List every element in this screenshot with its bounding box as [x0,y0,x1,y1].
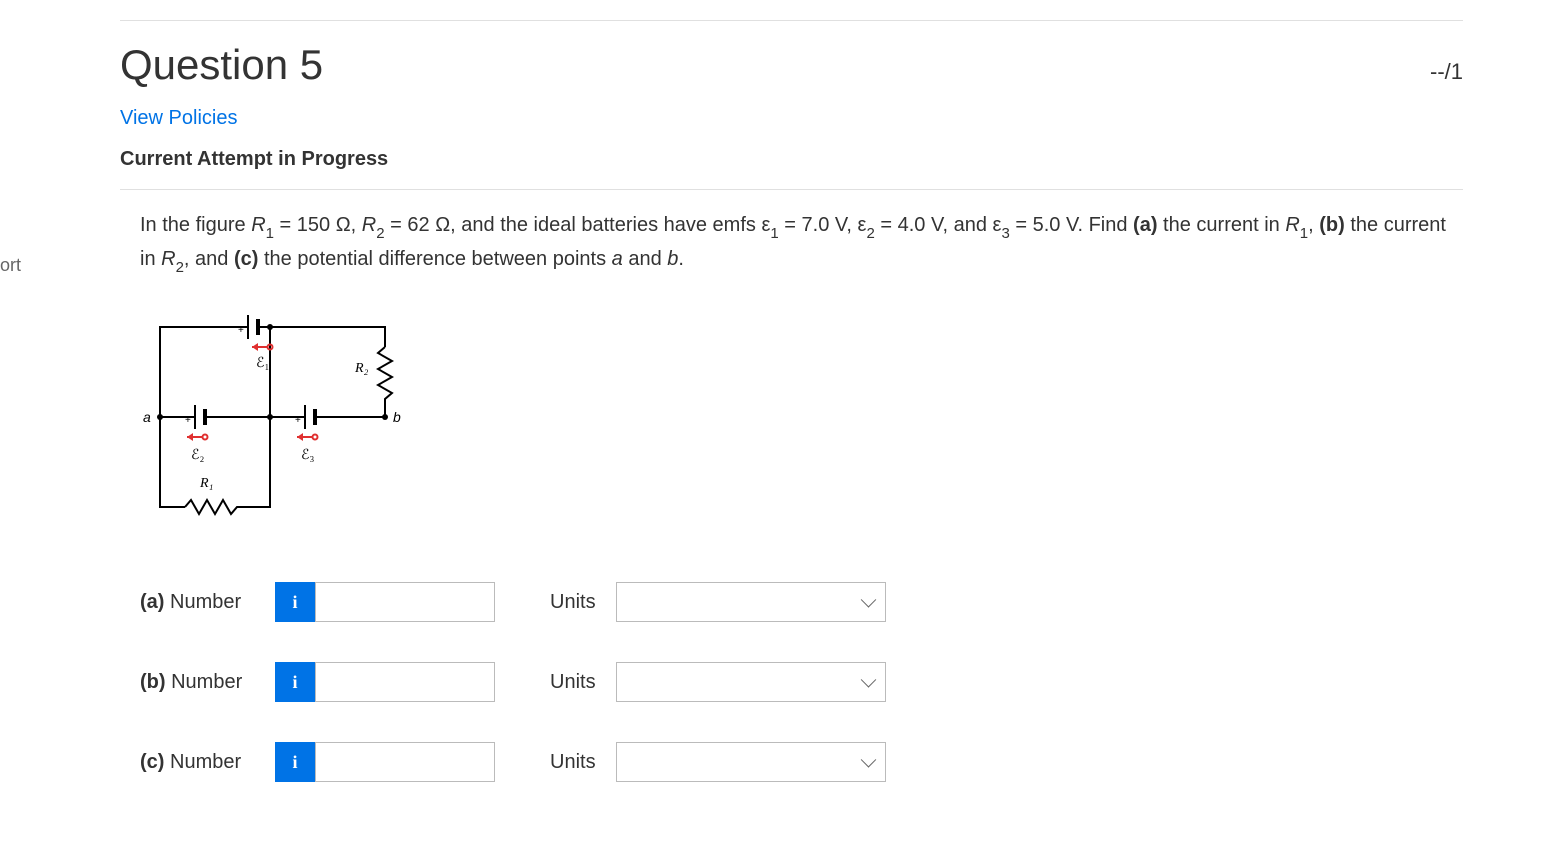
answer-a-label: (a) Number [140,591,275,614]
problem-statement: In the figure R1 = 150 Ω, R2 = 62 Ω, and… [140,210,1463,277]
question-content: Question 5 --/1 View Policies Current At… [40,0,1543,862]
r2-label: R₂ [354,361,369,376]
units-a-select[interactable] [616,582,886,622]
info-icon[interactable]: i [275,662,315,702]
node-b-label: b [393,409,401,425]
svg-text:+: + [185,415,191,426]
emf3-label: ℰ₃ [301,448,314,463]
answer-c-label: (c) Number [140,751,275,774]
score-display: --/1 [1430,59,1463,85]
units-b-select[interactable] [616,662,886,702]
question-body: In the figure R1 = 150 Ω, R2 = 62 Ω, and… [120,190,1463,782]
question-title: Question 5 [120,41,323,89]
emf1-label: ℰ₁ [256,356,269,371]
info-icon[interactable]: i [275,582,315,622]
units-c-select[interactable] [616,742,886,782]
answer-a-input[interactable] [315,582,495,622]
answer-row-b: (b) Number i Units [140,662,1463,702]
sidebar-fragment: ort [0,255,21,276]
view-policies-link[interactable]: View Policies [120,107,1463,130]
r1-label: R₁ [199,476,213,491]
answer-b-input[interactable] [315,662,495,702]
answer-c-input[interactable] [315,742,495,782]
circuit-diagram: + + + a b ℰ₁ ℰ₂ [140,307,1463,542]
answer-row-a: (a) Number i Units [140,582,1463,622]
emf2-label: ℰ₂ [191,448,204,463]
answer-row-c: (c) Number i Units [140,742,1463,782]
svg-text:+: + [295,415,301,426]
units-c-label: Units [550,751,596,774]
top-divider [120,20,1463,21]
svg-text:+: + [238,325,244,336]
units-b-label: Units [550,671,596,694]
units-a-label: Units [550,591,596,614]
answer-b-label: (b) Number [140,671,275,694]
question-header: Question 5 --/1 [120,41,1463,89]
node-a-label: a [143,409,151,425]
attempt-status: Current Attempt in Progress [120,148,1463,171]
info-icon[interactable]: i [275,742,315,782]
